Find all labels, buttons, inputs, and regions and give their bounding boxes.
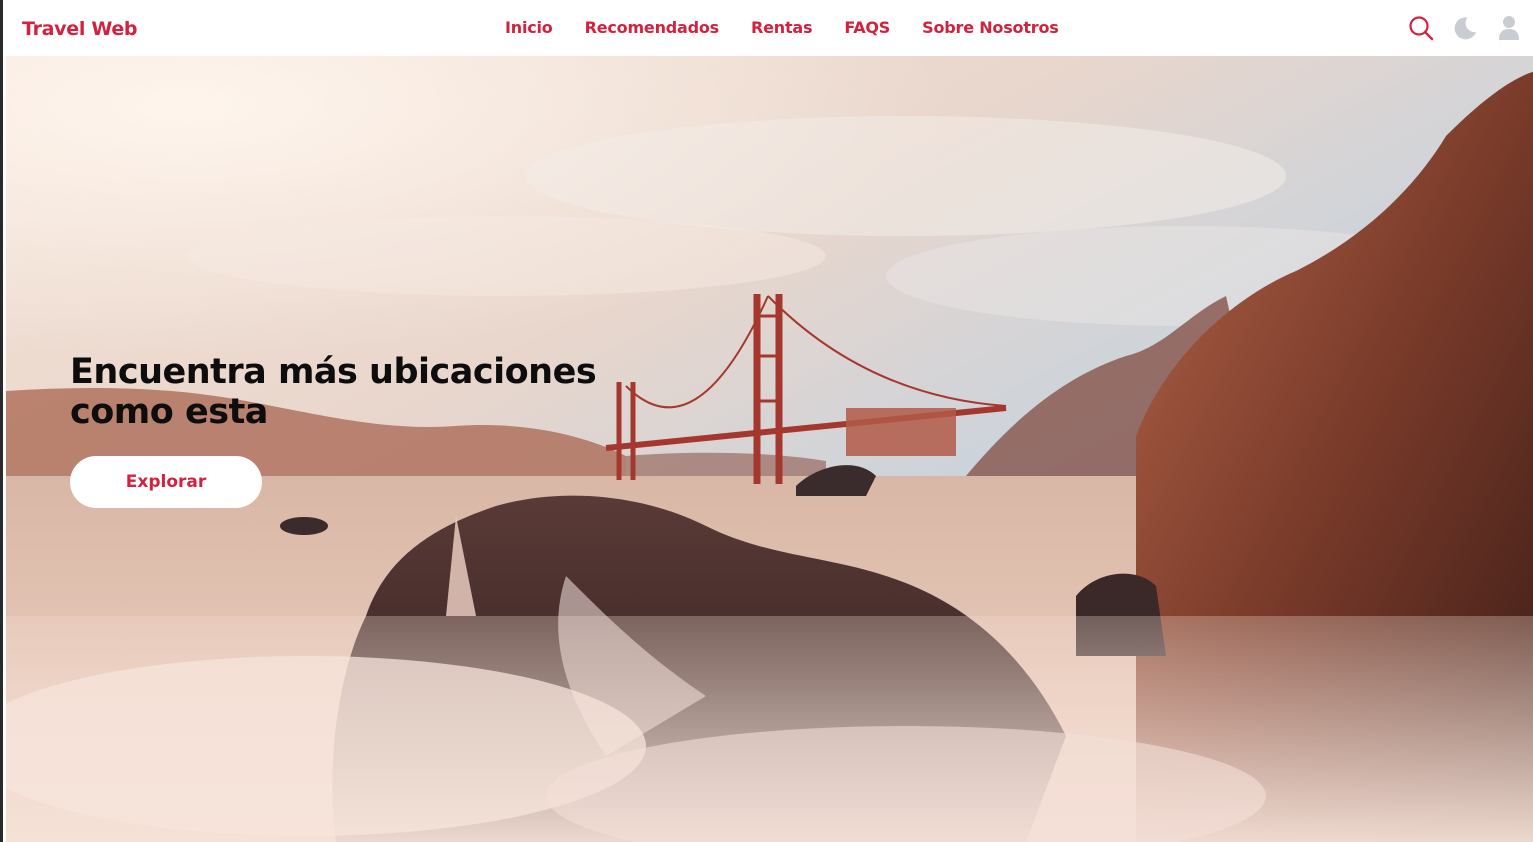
site-logo[interactable]: Travel Web (22, 18, 138, 40)
search-button[interactable] (1408, 14, 1434, 42)
nav-link-faqs[interactable]: FAQS (844, 18, 890, 37)
header-actions (1408, 14, 1522, 42)
user-icon (1499, 16, 1519, 40)
nav-link-sobre-nosotros[interactable]: Sobre Nosotros (922, 18, 1059, 37)
app-window: Travel Web Inicio Recomendados Rentas FA… (0, 0, 1533, 842)
main-nav: Inicio Recomendados Rentas FAQS Sobre No… (505, 18, 1059, 37)
moon-icon (1454, 17, 1476, 40)
nav-link-inicio[interactable]: Inicio (505, 18, 553, 37)
hero-title: Encuentra más ubicaciones como esta (70, 352, 597, 432)
hero-section: Encuentra más ubicaciones como esta Expl… (6, 56, 1533, 842)
explorar-button[interactable]: Explorar (70, 456, 262, 508)
user-button[interactable] (1496, 14, 1522, 42)
nav-link-rentas[interactable]: Rentas (751, 18, 813, 37)
theme-toggle-button[interactable] (1452, 14, 1478, 42)
hero-background-image (6, 56, 1533, 842)
top-navbar: Travel Web Inicio Recomendados Rentas FA… (6, 0, 1533, 56)
nav-link-recomendados[interactable]: Recomendados (585, 18, 720, 37)
search-icon (1409, 16, 1434, 41)
